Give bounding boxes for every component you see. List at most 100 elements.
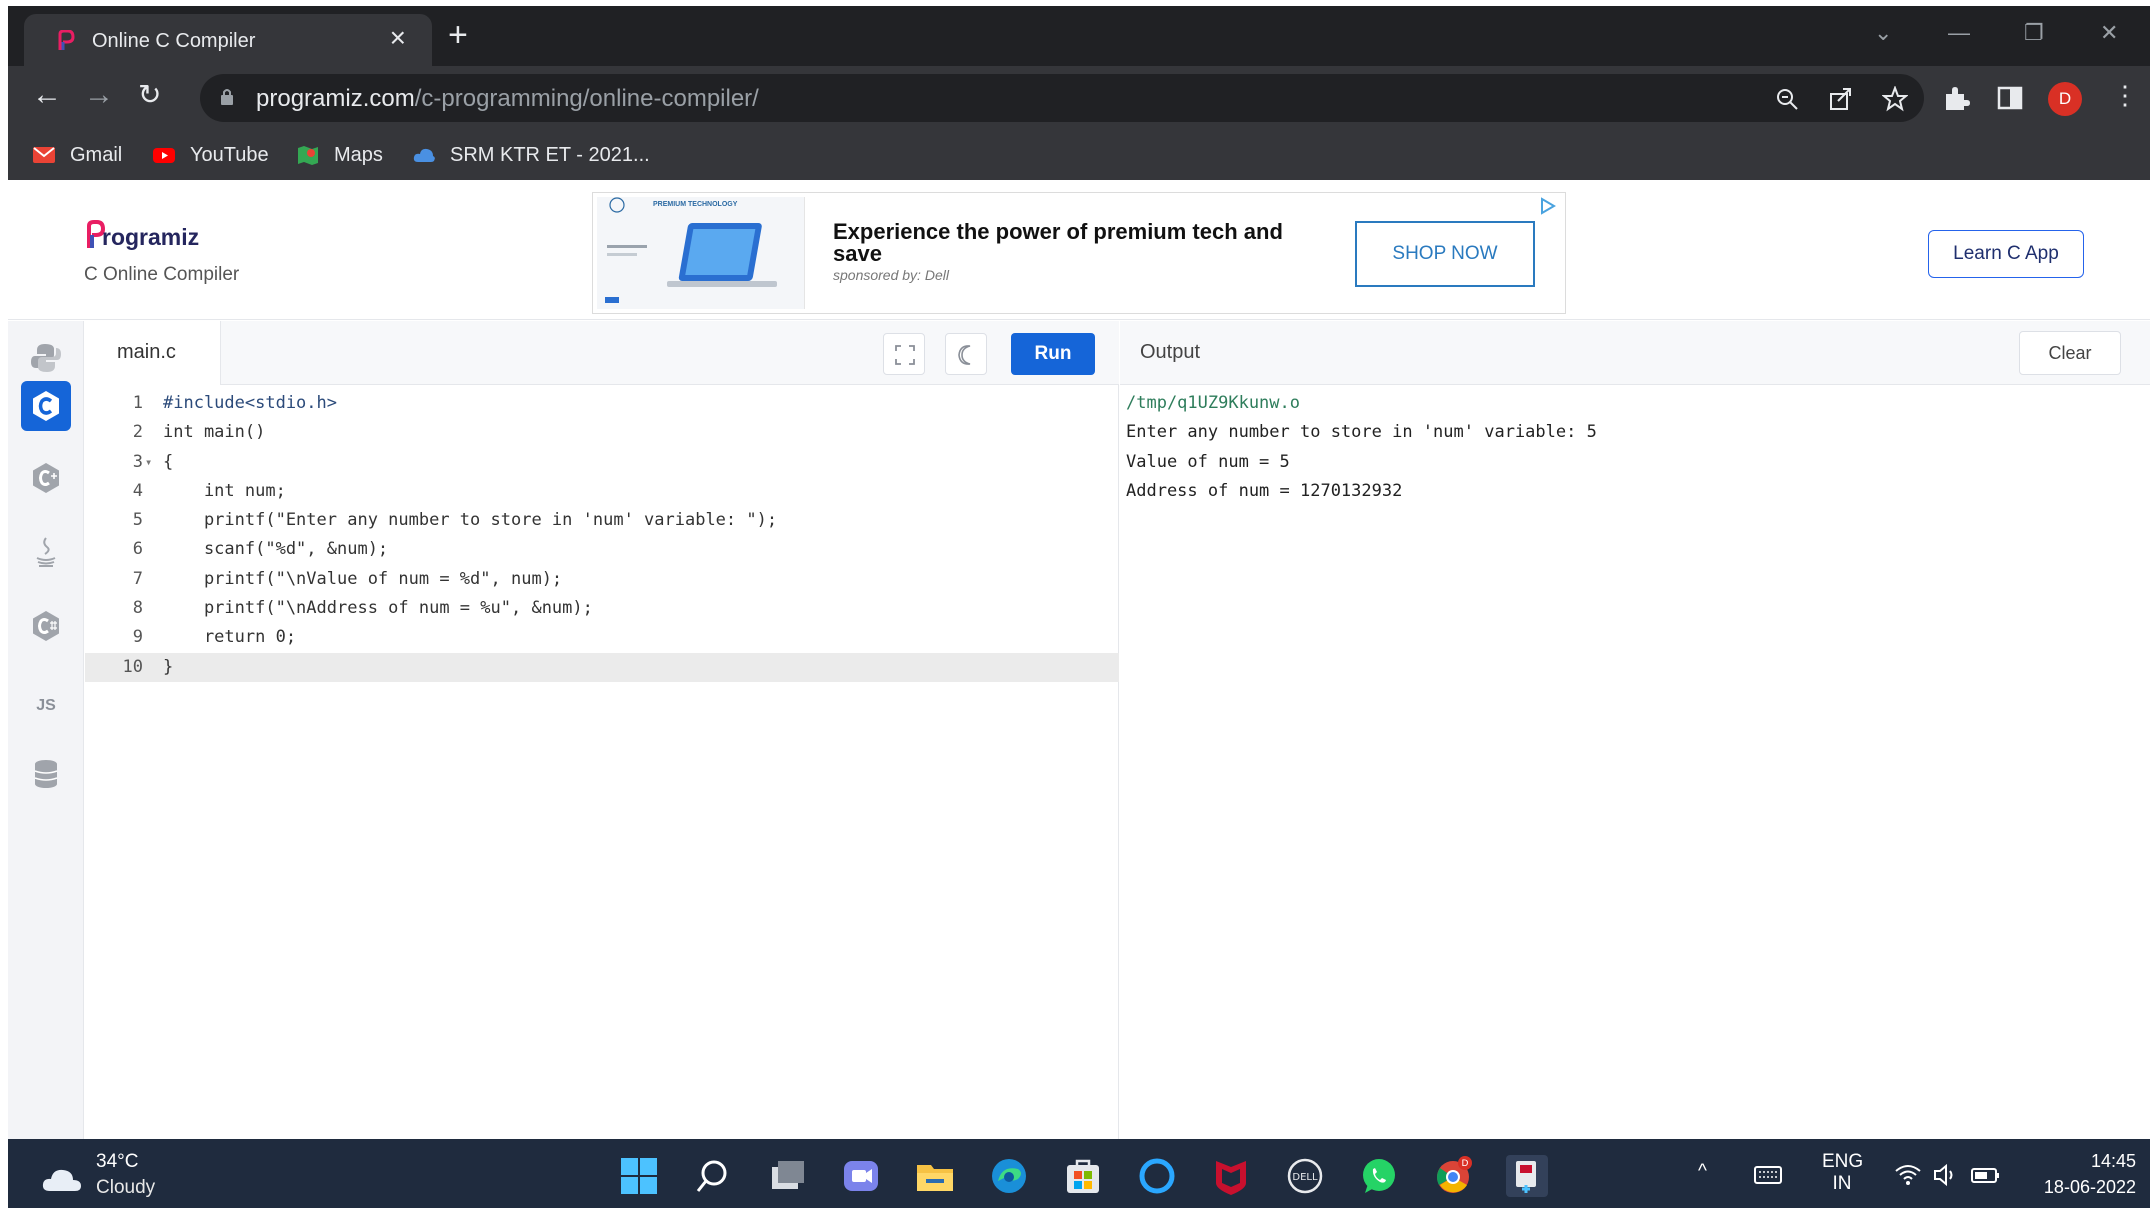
bookmark-youtube[interactable]: YouTube — [152, 142, 282, 168]
output-console[interactable]: /tmp/q1UZ9Kkunw.o Enter any number to st… — [1126, 389, 1597, 506]
tab-search-icon[interactable]: ⌄ — [1874, 20, 1892, 46]
line-number: 10 — [122, 656, 143, 677]
file-tab[interactable]: main.c — [85, 321, 221, 385]
line-number: 7 — [132, 568, 143, 589]
new-tab-icon[interactable]: + — [448, 18, 468, 52]
windows-taskbar: 34°C Cloudy DELL D ^ ENG IN 14:45 18-06-… — [8, 1139, 2150, 1208]
cpp-lang-button[interactable] — [21, 453, 71, 503]
dell-icon[interactable]: DELL — [1284, 1155, 1326, 1197]
cloud-bookmark-icon — [413, 148, 435, 162]
url-path: /c-programming/online-compiler/ — [414, 85, 759, 112]
fold-arrow-icon[interactable]: ▾ — [145, 448, 152, 477]
touch-keyboard-icon[interactable] — [1752, 1159, 1784, 1191]
c-lang-button[interactable] — [21, 381, 71, 431]
learn-c-app-button[interactable]: Learn C App — [1928, 230, 2084, 278]
zoom-icon[interactable] — [1774, 86, 1800, 112]
js-label: JS — [36, 697, 56, 714]
task-view-icon[interactable] — [766, 1155, 808, 1197]
code-text: scanf("%d", &num); — [163, 539, 389, 560]
forward-icon[interactable]: → — [84, 80, 114, 110]
address-bar[interactable]: programiz.com/c-programming/online-compi… — [200, 74, 1924, 122]
code-line: 9 return 0; — [85, 623, 1119, 652]
browser-window: Online C Compiler × + ⌄ — ❐ ✕ ← → ↻ prog… — [8, 6, 2150, 1208]
whatsapp-icon[interactable] — [1358, 1155, 1400, 1197]
bookmark-star-icon[interactable] — [1882, 86, 1908, 112]
java-lang-button[interactable] — [21, 527, 71, 577]
chrome-icon[interactable]: D — [1432, 1155, 1474, 1197]
sql-lang-button[interactable] — [21, 749, 71, 799]
bookmarks-bar: Gmail YouTube Maps SRM KTR ET - 2021... — [8, 130, 2150, 180]
output-header: Output Clear — [1120, 321, 2150, 385]
bookmark-gmail[interactable]: Gmail — [32, 142, 142, 168]
youtube-icon — [153, 148, 175, 163]
show-hidden-icons-icon[interactable]: ^ — [1698, 1161, 1707, 1183]
code-text: printf("\nAddress of num = %u", &num); — [163, 598, 593, 619]
bookmark-srm[interactable]: SRM KTR ET - 2021... — [412, 142, 652, 168]
code-editor-panel: main.c Run 1 #include<stdio.h> 2 int main(… — [85, 321, 1119, 1139]
restore-icon[interactable]: ❐ — [2024, 20, 2044, 46]
line-number: 5 — [132, 510, 143, 531]
output-line: Value of num = 5 — [1126, 451, 1290, 472]
code-area[interactable]: 1 #include<stdio.h> 2 int main() 3 ▾ { 4 int… — [85, 389, 1119, 682]
bookmark-label: YouTube — [190, 144, 269, 166]
back-icon[interactable]: ← — [32, 80, 62, 110]
code-text: printf("\nValue of num = %d", num); — [163, 568, 563, 589]
browser-tab[interactable]: Online C Compiler × — [24, 14, 432, 66]
site-header: rogramiz C Online Compiler PREMIUM TECHN… — [8, 180, 2150, 320]
maps-icon — [298, 146, 318, 165]
mcafee-icon[interactable] — [1210, 1155, 1252, 1197]
system-clock[interactable]: 14:45 18-06-2022 — [2016, 1151, 2136, 1203]
dark-mode-button[interactable] — [945, 333, 987, 375]
svg-text:DELL: DELL — [1292, 1172, 1318, 1183]
advertisement-banner[interactable]: PREMIUM TECHNOLOGY Experience the power … — [592, 192, 1566, 314]
code-text: int num; — [163, 480, 286, 501]
edge-browser-icon[interactable] — [988, 1155, 1030, 1197]
java-icon — [36, 537, 56, 567]
fullscreen-button[interactable] — [883, 333, 925, 375]
minimize-icon[interactable]: — — [1948, 20, 1970, 46]
cortana-icon[interactable] — [1136, 1155, 1178, 1197]
wifi-icon[interactable] — [1894, 1161, 1922, 1189]
database-icon — [34, 760, 58, 788]
adchoices-icon[interactable] — [1539, 197, 1557, 215]
bookmark-maps[interactable]: Maps — [296, 142, 396, 168]
code-text: #include<stdio.h> — [163, 393, 337, 413]
shop-now-button[interactable]: SHOP NOW — [1355, 221, 1535, 287]
ad-image-caption: PREMIUM TECHNOLOGY — [653, 201, 738, 208]
editor-header: main.c Run — [85, 321, 1119, 385]
code-text: } — [163, 656, 174, 677]
code-line: 8 printf("\nAddress of num = %u", &num); — [85, 594, 1119, 623]
extensions-icon[interactable] — [1942, 84, 1970, 112]
language-sidebar: JS — [8, 321, 84, 1139]
csharp-lang-button[interactable] — [21, 601, 71, 651]
clock-time: 14:45 — [2090, 1151, 2136, 1171]
battery-icon[interactable] — [1970, 1161, 2002, 1189]
microsoft-store-icon[interactable] — [1062, 1155, 1104, 1197]
clear-button[interactable]: Clear — [2019, 331, 2121, 375]
output-line: Address of num = 1270132932 — [1126, 480, 1403, 501]
line-number: 3 — [132, 451, 143, 472]
python-lang-button[interactable] — [21, 333, 71, 383]
side-panel-icon[interactable] — [1996, 84, 2024, 112]
line-number: 9 — [132, 627, 143, 648]
code-line: 4 int num; — [85, 477, 1119, 506]
file-explorer-icon[interactable] — [914, 1155, 956, 1197]
teams-chat-icon[interactable] — [840, 1155, 882, 1197]
tab-close-icon[interactable]: × — [390, 24, 406, 52]
menu-kebab-icon[interactable]: ⋮ — [2112, 80, 2138, 110]
run-button[interactable]: Run — [1011, 333, 1095, 375]
profile-avatar[interactable]: D — [2048, 82, 2082, 116]
javascript-lang-button[interactable]: JS — [21, 681, 71, 731]
input-language[interactable]: ENG IN — [1822, 1151, 1864, 1195]
reload-icon[interactable]: ↻ — [138, 80, 161, 110]
weather-condition: Cloudy — [96, 1177, 156, 1198]
share-icon[interactable] — [1828, 86, 1854, 112]
window-close-icon[interactable]: ✕ — [2100, 20, 2118, 46]
search-icon[interactable] — [692, 1155, 734, 1197]
temperature: 34°C — [96, 1151, 139, 1172]
code-line: 2 int main() — [85, 418, 1119, 447]
language-code: ENG — [1822, 1151, 1864, 1172]
windows-start-icon[interactable] — [618, 1155, 660, 1197]
volume-icon[interactable] — [1932, 1161, 1960, 1189]
snipping-tool-icon[interactable] — [1506, 1155, 1548, 1197]
